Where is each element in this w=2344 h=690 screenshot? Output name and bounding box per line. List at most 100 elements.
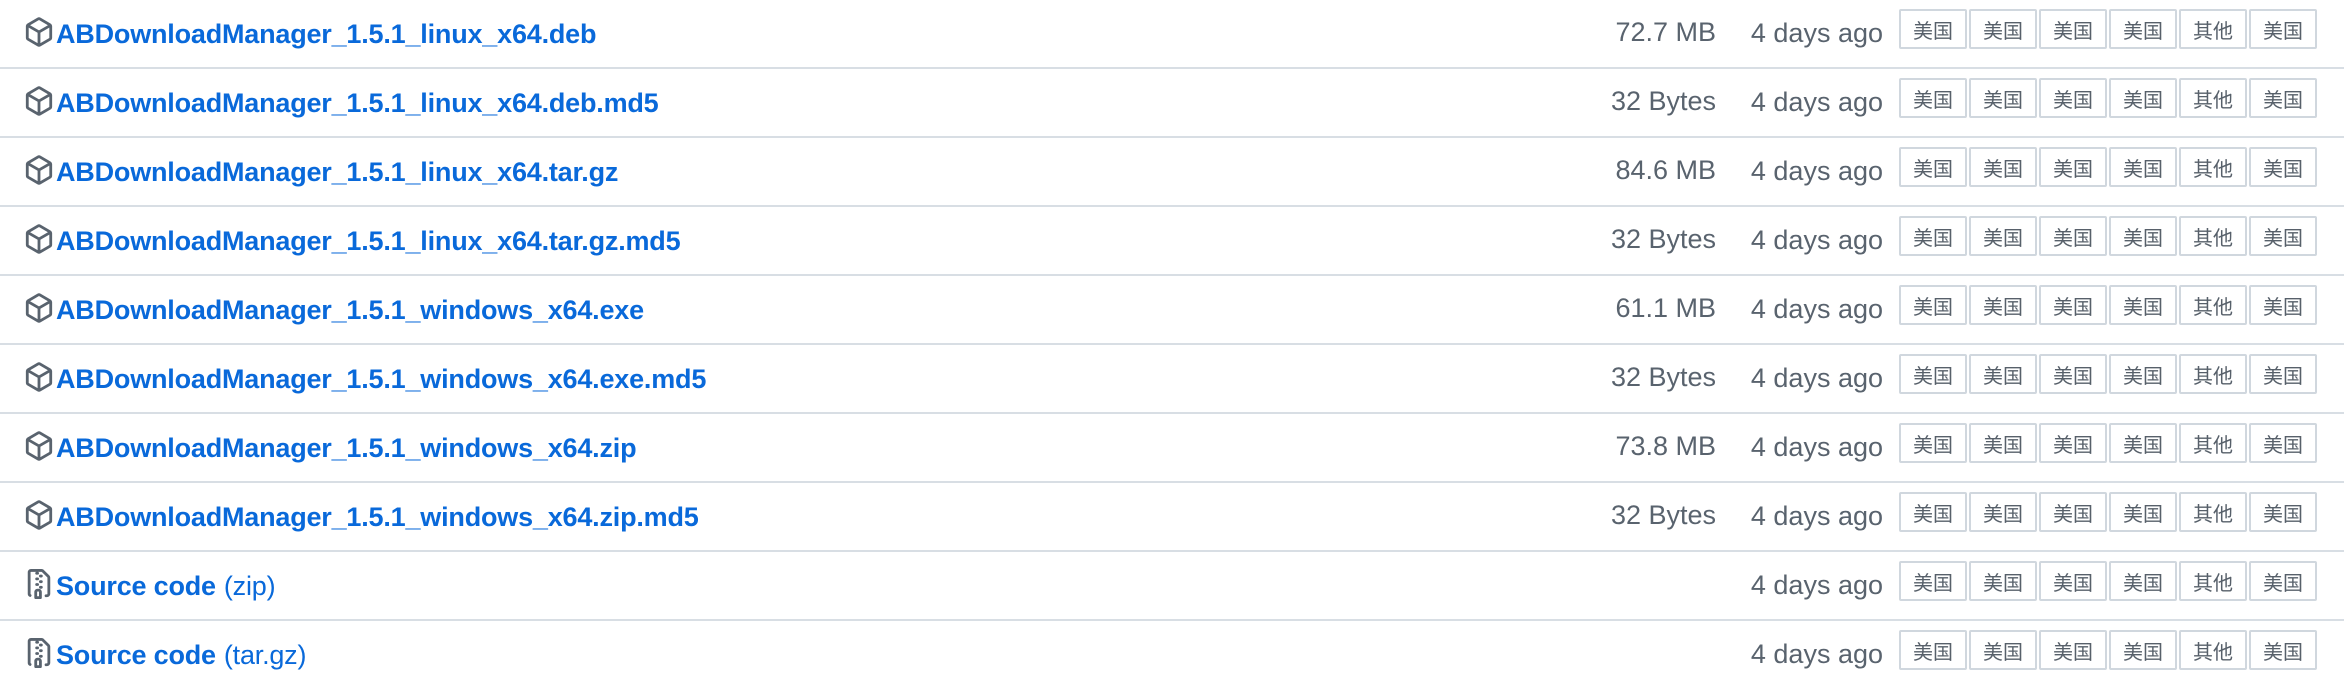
asset-size: 32 Bytes [1610,362,1716,392]
mirror-button[interactable]: 其他 [2179,78,2247,118]
asset-size: 84.6 MB [1615,155,1716,185]
mirror-button[interactable]: 美国 [1899,561,1967,601]
asset-name: Source code [56,639,216,670]
mirror-buttons: 美国 美国 美国 美国 其他 美国 [1899,78,2319,118]
mirror-button[interactable]: 美国 [2109,492,2177,532]
mirror-button[interactable]: 美国 [2039,354,2107,394]
mirror-button[interactable]: 美国 [1899,630,1967,670]
mirror-button[interactable]: 美国 [1969,492,2037,532]
asset-name: ABDownloadManager_1.5.1_windows_x64.exe.… [56,363,707,394]
mirror-buttons: 美国 美国 美国 美国 其他 美国 [1899,216,2319,256]
mirror-button[interactable]: 美国 [2039,630,2107,670]
package-icon [24,86,54,116]
mirror-button[interactable]: 美国 [1899,354,1967,394]
mirror-button[interactable]: 美国 [1969,216,2037,256]
mirror-buttons: 美国 美国 美国 美国 其他 美国 [1899,630,2319,670]
mirror-button[interactable]: 美国 [2039,9,2107,49]
asset-download-link[interactable]: ABDownloadManager_1.5.1_linux_x64.deb.md… [56,88,659,119]
mirror-button[interactable]: 美国 [2109,354,2177,394]
mirror-button[interactable]: 美国 [1899,423,1967,463]
asset-download-link[interactable]: ABDownloadManager_1.5.1_linux_x64.tar.gz [56,157,618,188]
mirror-button[interactable]: 美国 [2039,216,2107,256]
mirror-button[interactable]: 美国 [1899,78,1967,118]
mirror-button[interactable]: 美国 [2039,78,2107,118]
mirror-button[interactable]: 美国 [1969,561,2037,601]
mirror-button[interactable]: 美国 [2249,630,2317,670]
mirror-button[interactable]: 其他 [2179,216,2247,256]
asset-download-link[interactable]: ABDownloadManager_1.5.1_linux_x64.deb [56,19,596,50]
asset-size: 72.7 MB [1615,17,1716,47]
mirror-button[interactable]: 美国 [2249,285,2317,325]
mirror-button[interactable]: 美国 [1969,354,2037,394]
mirror-button[interactable]: 美国 [2039,285,2107,325]
mirror-button[interactable]: 美国 [2249,423,2317,463]
mirror-button[interactable]: 美国 [1899,285,1967,325]
asset-time: 4 days ago [1750,363,1883,393]
mirror-button[interactable]: 美国 [2249,561,2317,601]
mirror-button[interactable]: 美国 [2039,423,2107,463]
asset-name-cell: ABDownloadManager_1.5.1_linux_x64.tar.gz… [24,207,681,275]
asset-size: 32 Bytes [1610,224,1716,254]
mirror-button[interactable]: 其他 [2179,561,2247,601]
mirror-button[interactable]: 其他 [2179,147,2247,187]
file-zip-icon [24,569,54,599]
asset-name: Source code [56,570,216,601]
asset-download-link[interactable]: Source code (zip) [56,570,276,602]
mirror-button[interactable]: 美国 [1899,492,1967,532]
package-icon [24,362,54,392]
asset-name-cell: ABDownloadManager_1.5.1_linux_x64.deb [24,0,596,68]
mirror-button[interactable]: 美国 [1969,78,2037,118]
asset-download-link[interactable]: ABDownloadManager_1.5.1_windows_x64.zip [56,432,637,464]
mirror-button[interactable]: 美国 [2109,285,2177,325]
mirror-button[interactable]: 美国 [2109,423,2177,463]
asset-row: ABDownloadManager_1.5.1_linux_x64.tar.gz… [0,207,2344,276]
mirror-button[interactable]: 美国 [2039,147,2107,187]
mirror-button[interactable]: 其他 [2179,9,2247,49]
asset-size: 61.1 MB [1615,293,1716,323]
mirror-button[interactable]: 美国 [2249,354,2317,394]
mirror-button[interactable]: 其他 [2179,423,2247,463]
mirror-button[interactable]: 美国 [2249,492,2317,532]
asset-row: ABDownloadManager_1.5.1_windows_x64.zip … [0,414,2344,483]
asset-name-cell: ABDownloadManager_1.5.1_linux_x64.tar.gz [24,138,618,206]
mirror-button[interactable]: 美国 [2109,561,2177,601]
mirror-button[interactable]: 美国 [2249,78,2317,118]
asset-name-cell: Source code (tar.gz) [24,621,306,689]
mirror-button[interactable]: 其他 [2179,630,2247,670]
asset-time: 4 days ago [1750,156,1883,186]
mirror-button[interactable]: 美国 [1969,630,2037,670]
asset-name-suffix: (tar.gz) [223,639,307,670]
asset-download-link[interactable]: ABDownloadManager_1.5.1_windows_x64.exe [56,295,644,326]
asset-download-link[interactable]: ABDownloadManager_1.5.1_windows_x64.zip.… [56,502,699,533]
mirror-button[interactable]: 其他 [2179,492,2247,532]
mirror-button[interactable]: 美国 [1899,9,1967,49]
package-icon [24,155,54,185]
asset-download-link[interactable]: ABDownloadManager_1.5.1_linux_x64.tar.gz… [56,226,681,257]
asset-name: ABDownloadManager_1.5.1_windows_x64.zip [56,432,637,463]
mirror-button[interactable]: 美国 [2109,78,2177,118]
asset-time: 4 days ago [1750,18,1883,48]
mirror-button[interactable]: 其他 [2179,285,2247,325]
mirror-button[interactable]: 美国 [1969,147,2037,187]
asset-time: 4 days ago [1750,225,1883,255]
mirror-button[interactable]: 美国 [2039,561,2107,601]
mirror-button[interactable]: 美国 [1899,147,1967,187]
mirror-button[interactable]: 美国 [2109,9,2177,49]
mirror-button[interactable]: 美国 [2039,492,2107,532]
mirror-button[interactable]: 美国 [2249,9,2317,49]
mirror-button[interactable]: 美国 [1969,9,2037,49]
mirror-button[interactable]: 美国 [2109,216,2177,256]
mirror-button[interactable]: 美国 [1969,423,2037,463]
mirror-button[interactable]: 美国 [2249,216,2317,256]
mirror-button[interactable]: 美国 [1969,285,2037,325]
asset-size: 73.8 MB [1615,431,1716,461]
mirror-button[interactable]: 美国 [1899,216,1967,256]
mirror-button[interactable]: 美国 [2109,147,2177,187]
mirror-button[interactable]: 美国 [2249,147,2317,187]
mirror-button[interactable]: 其他 [2179,354,2247,394]
asset-download-link[interactable]: ABDownloadManager_1.5.1_windows_x64.exe.… [56,364,706,395]
package-icon [24,17,54,47]
asset-name: ABDownloadManager_1.5.1_windows_x64.zip.… [56,501,699,532]
mirror-button[interactable]: 美国 [2109,630,2177,670]
asset-download-link[interactable]: Source code (tar.gz) [56,640,306,671]
